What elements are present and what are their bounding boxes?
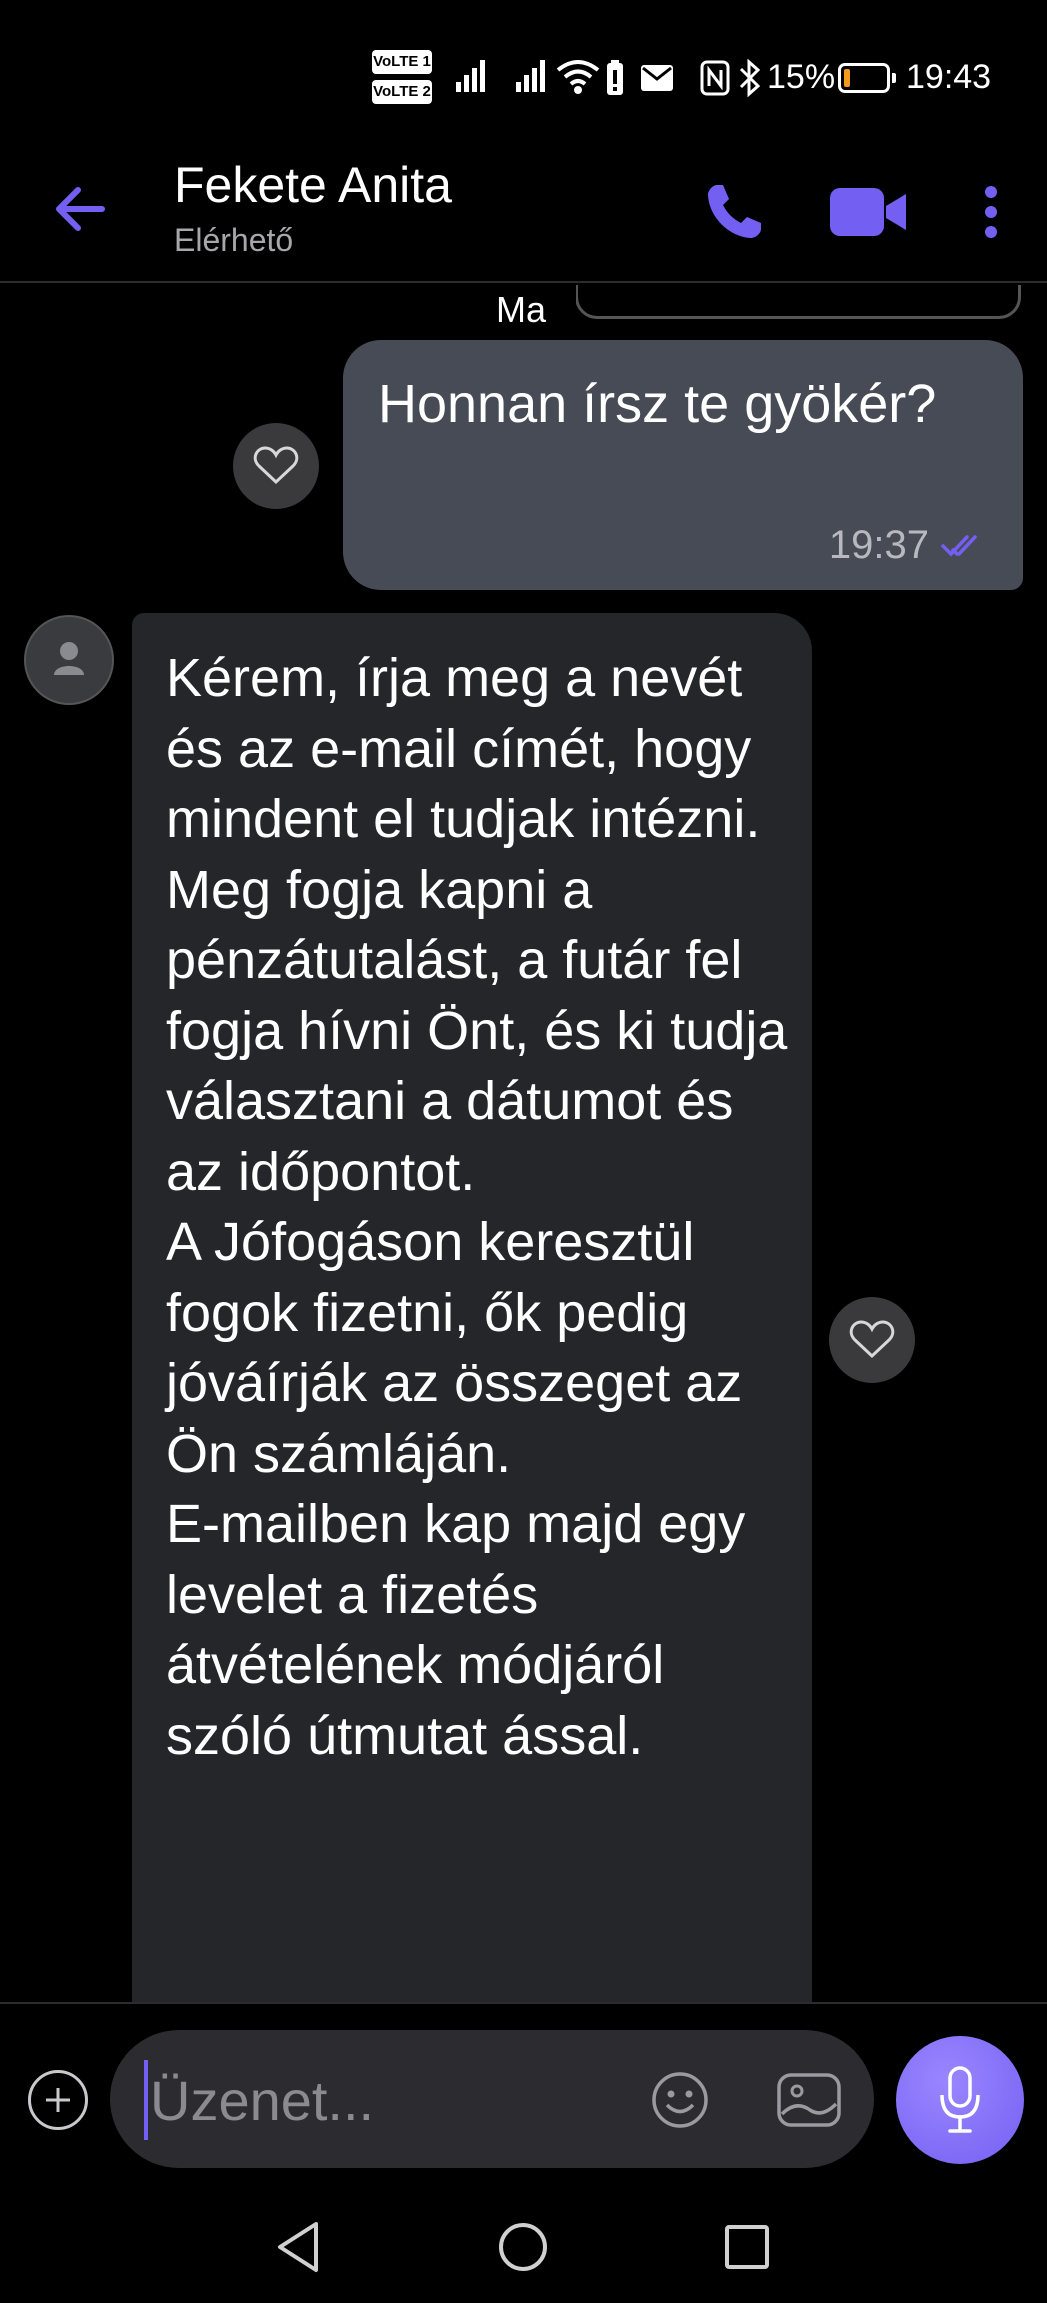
volte-1-badge: VoLTE 1 — [372, 50, 432, 74]
signal-icon — [456, 58, 485, 92]
nav-back-button[interactable] — [264, 2212, 334, 2282]
back-arrow-icon[interactable] — [48, 174, 118, 244]
video-call-button[interactable] — [828, 172, 908, 252]
incoming-message[interactable]: Kérem, írja meg a nevét és az e-mail cím… — [132, 613, 812, 2002]
kebab-menu-icon — [985, 186, 997, 238]
status-clock: 19:43 — [906, 58, 992, 96]
voice-call-button[interactable] — [694, 172, 774, 252]
bluetooth-icon — [739, 58, 761, 98]
more-options-button[interactable] — [966, 172, 1016, 252]
microphone-icon — [940, 2066, 980, 2133]
message-text: Honnan írsz te gyökér? — [378, 374, 937, 434]
attach-button[interactable] — [28, 2070, 88, 2130]
date-separator: Ma — [466, 285, 576, 343]
like-button[interactable] — [233, 423, 319, 509]
battery-icon — [838, 63, 896, 93]
person-icon — [54, 642, 84, 675]
circle-home-icon — [499, 2223, 547, 2271]
triangle-back-icon — [278, 2222, 318, 2272]
contact-status: Elérhető — [174, 222, 294, 258]
wifi-icon — [556, 60, 600, 94]
plus-icon — [46, 2088, 70, 2112]
double-check-icon — [941, 534, 977, 557]
heart-icon — [849, 1320, 895, 1359]
heart-icon — [253, 446, 299, 485]
message-meta: 19:37 — [829, 523, 987, 568]
gallery-icon[interactable] — [776, 2070, 842, 2130]
system-navigation-bar — [0, 2192, 1047, 2303]
overlay-artifact — [575, 285, 1021, 319]
battery-fill — [844, 69, 850, 87]
nav-recents-button[interactable] — [712, 2212, 782, 2282]
emoji-icon[interactable] — [650, 2070, 710, 2130]
phone-icon — [708, 185, 761, 238]
message-time: 19:37 — [828, 523, 929, 567]
battery-saver-icon — [607, 60, 623, 95]
chat-header: Fekete Anita Elérhető — [0, 150, 1047, 283]
contact-name[interactable]: Fekete Anita — [174, 156, 452, 214]
message-list[interactable]: Ma Honnan írsz te gyökér? 19:37 Kérem, í… — [0, 285, 1047, 2002]
nav-home-button[interactable] — [488, 2212, 558, 2282]
mail-icon — [641, 65, 673, 91]
message-input-container — [110, 2030, 874, 2168]
outgoing-message[interactable]: Honnan írsz te gyökér? 19:37 — [343, 340, 1023, 590]
like-button[interactable] — [829, 1297, 915, 1383]
status-bar: VoLTE 1 VoLTE 2 15% 19:43 — [0, 0, 1047, 150]
square-recents-icon — [725, 2225, 769, 2269]
contact-avatar[interactable] — [24, 615, 114, 705]
message-text: Kérem, írja meg a nevét és az e-mail cím… — [166, 648, 788, 1766]
voice-message-button[interactable] — [896, 2036, 1024, 2164]
message-input[interactable] — [144, 2060, 604, 2140]
chat-screen: VoLTE 1 VoLTE 2 15% 19:43 Fekete Anita E… — [0, 0, 1047, 2303]
signal-icon — [516, 58, 545, 92]
message-composer — [0, 2002, 1047, 2192]
video-camera-icon — [830, 188, 906, 236]
volte-2-badge: VoLTE 2 — [372, 80, 432, 104]
battery-percentage: 15% — [767, 58, 836, 96]
nfc-icon — [700, 60, 730, 96]
